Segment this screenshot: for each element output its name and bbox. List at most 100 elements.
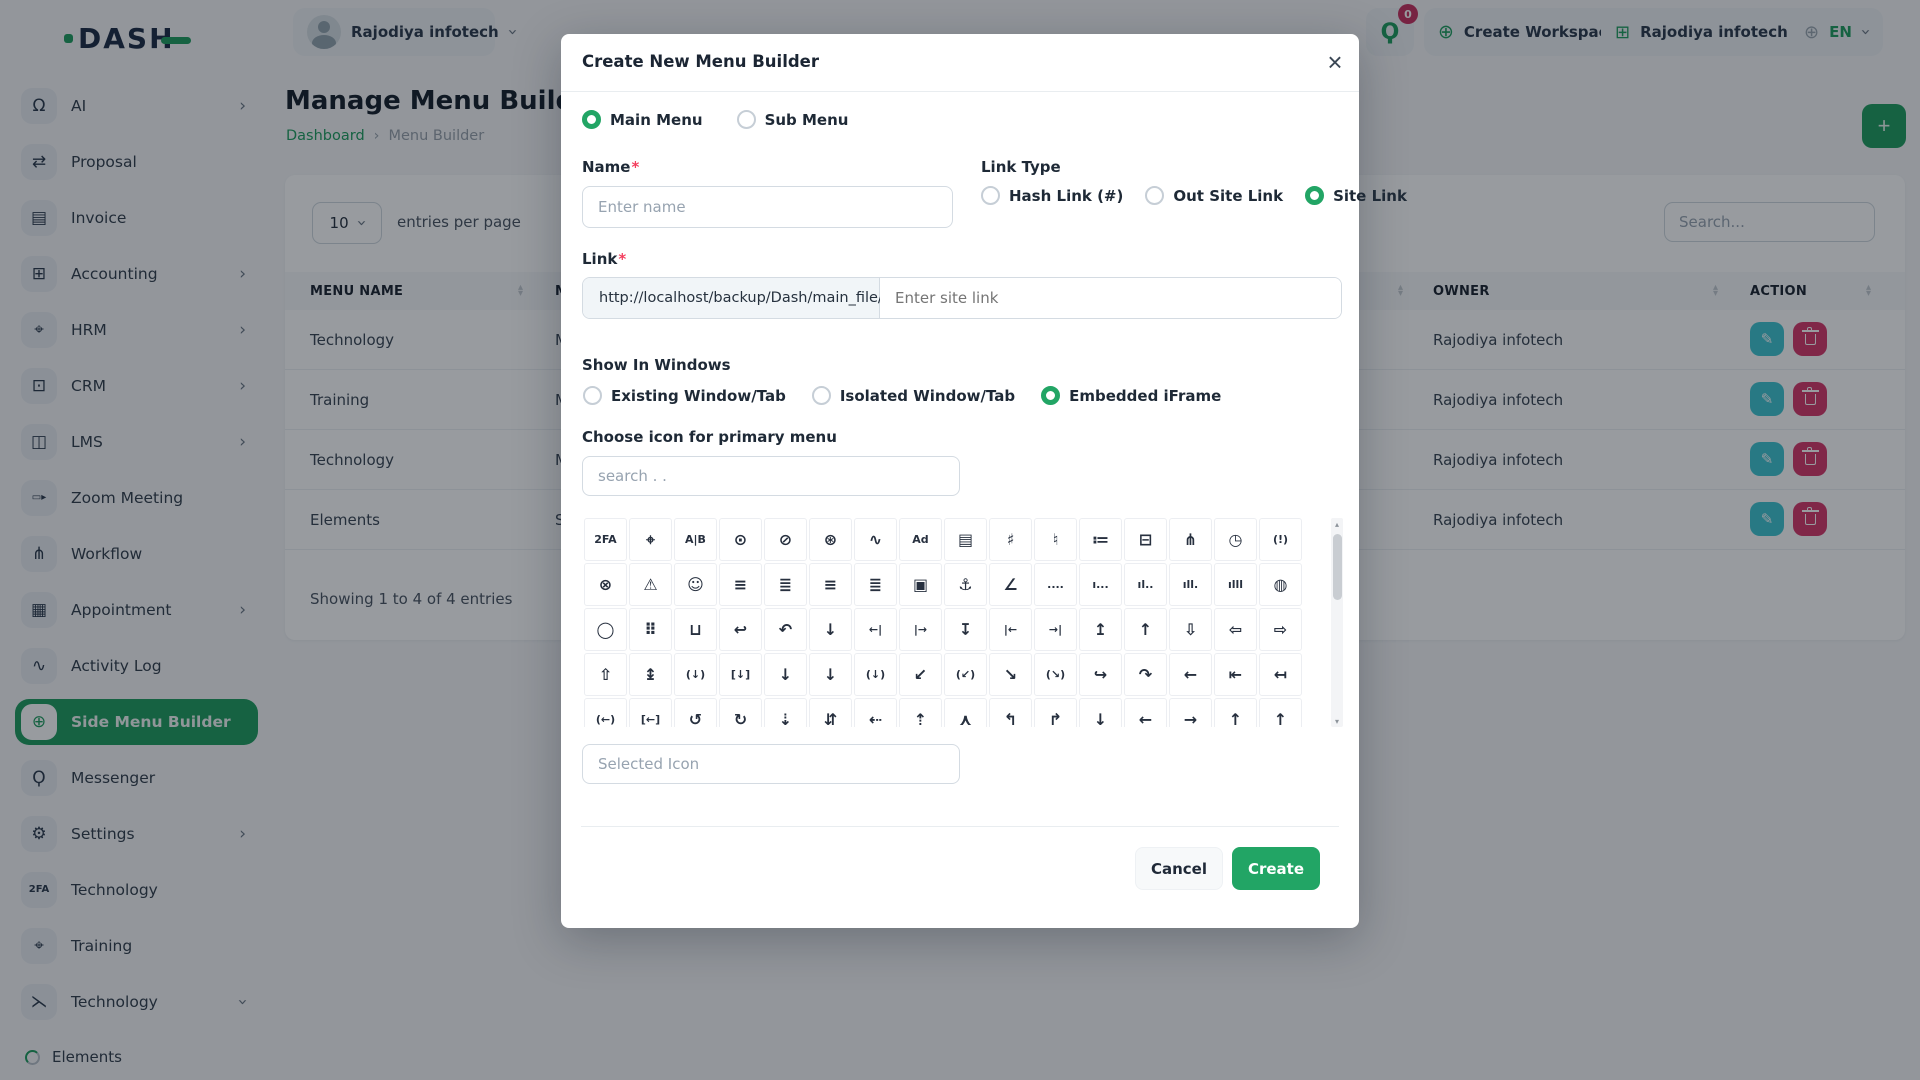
icon-cell[interactable]: [←] xyxy=(629,698,672,727)
icon-cell[interactable]: ≣ xyxy=(764,563,807,606)
scroll-up-icon[interactable] xyxy=(1331,518,1343,530)
radio-icon[interactable] xyxy=(582,110,601,129)
icon-cell[interactable]: ↰ xyxy=(989,698,1032,727)
icon-cell[interactable]: ∠ xyxy=(989,563,1032,606)
icon-cell[interactable]: ≔ xyxy=(1079,518,1122,561)
icon-cell[interactable]: ↩ xyxy=(719,608,762,651)
icon-cell[interactable]: |→ xyxy=(899,608,942,651)
icon-cell[interactable]: ▤ xyxy=(944,518,987,561)
show-in-option[interactable]: Existing Window/Tab xyxy=(583,386,786,405)
icon-cell[interactable]: ◷ xyxy=(1214,518,1257,561)
icon-cell[interactable]: Ad xyxy=(899,518,942,561)
icon-cell[interactable]: ↤ xyxy=(1259,653,1302,696)
icon-cell[interactable]: (!) xyxy=(1259,518,1302,561)
icon-cell[interactable]: (↓) xyxy=(674,653,717,696)
icon-cell[interactable]: →| xyxy=(1034,608,1077,651)
radio-icon[interactable] xyxy=(1305,186,1325,205)
icon-cell[interactable]: ⇦ xyxy=(1214,608,1257,651)
name-input[interactable] xyxy=(582,186,953,228)
icon-cell[interactable]: ı... xyxy=(1079,563,1122,606)
show-in-option[interactable]: Embedded iFrame xyxy=(1041,386,1221,405)
icon-cell[interactable]: ↻ xyxy=(719,698,762,727)
radio-icon[interactable] xyxy=(583,386,602,405)
icon-cell[interactable]: ≣ xyxy=(854,563,897,606)
icon-cell[interactable]: ↑ xyxy=(1214,698,1257,727)
link-type-option[interactable]: Site Link xyxy=(1305,186,1407,205)
icon-cell[interactable]: ıll. xyxy=(1169,563,1212,606)
create-button[interactable]: Create xyxy=(1232,847,1320,890)
icon-cell[interactable]: ↑ xyxy=(1124,608,1167,651)
icon-cell[interactable]: ⌖ xyxy=(629,518,672,561)
icon-cell[interactable]: ⇵ xyxy=(809,698,852,727)
icon-cell[interactable]: |← xyxy=(989,608,1032,651)
icon-cell[interactable]: ↧ xyxy=(944,608,987,651)
icon-cell[interactable]: ▣ xyxy=(899,563,942,606)
icon-search-input[interactable] xyxy=(582,456,960,496)
scroll-down-icon[interactable] xyxy=(1331,715,1343,727)
radio-icon[interactable] xyxy=(981,186,1000,205)
icon-cell[interactable]: ♯ xyxy=(989,518,1032,561)
selected-icon-input[interactable] xyxy=(582,744,960,784)
close-icon[interactable] xyxy=(1321,48,1349,76)
icon-cell[interactable]: ⚓ xyxy=(944,563,987,606)
icon-cell[interactable]: ← xyxy=(1169,653,1212,696)
icon-cell[interactable]: ⊙ xyxy=(719,518,762,561)
icon-cell[interactable]: ⋏ xyxy=(944,698,987,727)
icon-cell[interactable]: ◯ xyxy=(584,608,627,651)
icon-cell[interactable]: ↺ xyxy=(674,698,717,727)
icon-cell[interactable]: → xyxy=(1169,698,1212,727)
icon-cell[interactable]: ↱ xyxy=(1034,698,1077,727)
icon-cell[interactable]: ←| xyxy=(854,608,897,651)
icon-cell[interactable]: (↓) xyxy=(854,653,897,696)
icon-cell[interactable]: ⇡ xyxy=(899,698,942,727)
icon-cell[interactable]: ↑ xyxy=(1259,698,1302,727)
icon-grid-scrollbar[interactable] xyxy=(1331,518,1343,727)
icon-cell[interactable]: ↪ xyxy=(1079,653,1122,696)
icon-cell[interactable]: ⇠ xyxy=(854,698,897,727)
show-in-option[interactable]: Isolated Window/Tab xyxy=(811,386,1015,405)
icon-cell[interactable]: ⊔ xyxy=(674,608,717,651)
icon-cell[interactable]: ⇨ xyxy=(1259,608,1302,651)
radio-icon[interactable] xyxy=(1041,386,1061,405)
icon-cell[interactable]: ⚠ xyxy=(629,563,672,606)
site-link-input[interactable] xyxy=(880,278,1341,318)
icon-cell[interactable]: ılll xyxy=(1214,563,1257,606)
icon-cell[interactable]: (←) xyxy=(584,698,627,727)
radio-icon[interactable] xyxy=(736,110,756,129)
icon-cell[interactable]: ⇤ xyxy=(1214,653,1257,696)
icon-cell[interactable]: ↓ xyxy=(809,608,852,651)
icon-cell[interactable]: ⇧ xyxy=(584,653,627,696)
icon-cell[interactable]: ↶ xyxy=(764,608,807,651)
icon-cell[interactable]: ↨ xyxy=(629,653,672,696)
icon-cell[interactable]: ← xyxy=(1124,698,1167,727)
icon-cell[interactable]: [↓] xyxy=(719,653,762,696)
link-type-option[interactable]: Hash Link (#) xyxy=(981,186,1123,205)
cancel-button[interactable]: Cancel xyxy=(1135,847,1223,890)
icon-cell[interactable]: ⊟ xyxy=(1124,518,1167,561)
icon-cell[interactable]: ⊗ xyxy=(584,563,627,606)
icon-cell[interactable]: ⊛ xyxy=(809,518,852,561)
icon-cell[interactable]: ↙ xyxy=(899,653,942,696)
menu-level-option[interactable]: Main Menu xyxy=(582,110,703,129)
icon-cell[interactable]: ⇩ xyxy=(1169,608,1212,651)
icon-cell[interactable]: ↓ xyxy=(1079,698,1122,727)
icon-cell[interactable]: ⋔ xyxy=(1169,518,1212,561)
icon-cell[interactable]: ♮ xyxy=(1034,518,1077,561)
icon-cell[interactable]: A|B xyxy=(674,518,717,561)
icon-cell[interactable]: ⇣ xyxy=(764,698,807,727)
icon-cell[interactable]: 2FA xyxy=(584,518,627,561)
link-type-option[interactable]: Out Site Link xyxy=(1145,186,1283,205)
icon-cell[interactable]: ↓ xyxy=(809,653,852,696)
icon-cell[interactable]: ≡ xyxy=(719,563,762,606)
icon-cell[interactable]: (↙) xyxy=(944,653,987,696)
menu-level-option[interactable]: Sub Menu xyxy=(736,110,848,129)
icon-cell[interactable]: (↘) xyxy=(1034,653,1077,696)
icon-cell[interactable]: ⠿ xyxy=(629,608,672,651)
icon-cell[interactable]: ↥ xyxy=(1079,608,1122,651)
icon-cell[interactable]: ≡ xyxy=(809,563,852,606)
scrollbar-thumb[interactable] xyxy=(1332,534,1342,600)
icon-cell[interactable]: .... xyxy=(1034,563,1077,606)
icon-cell[interactable]: ☺ xyxy=(674,563,717,606)
icon-cell[interactable]: ↷ xyxy=(1124,653,1167,696)
icon-cell[interactable]: ◍ xyxy=(1259,563,1302,606)
